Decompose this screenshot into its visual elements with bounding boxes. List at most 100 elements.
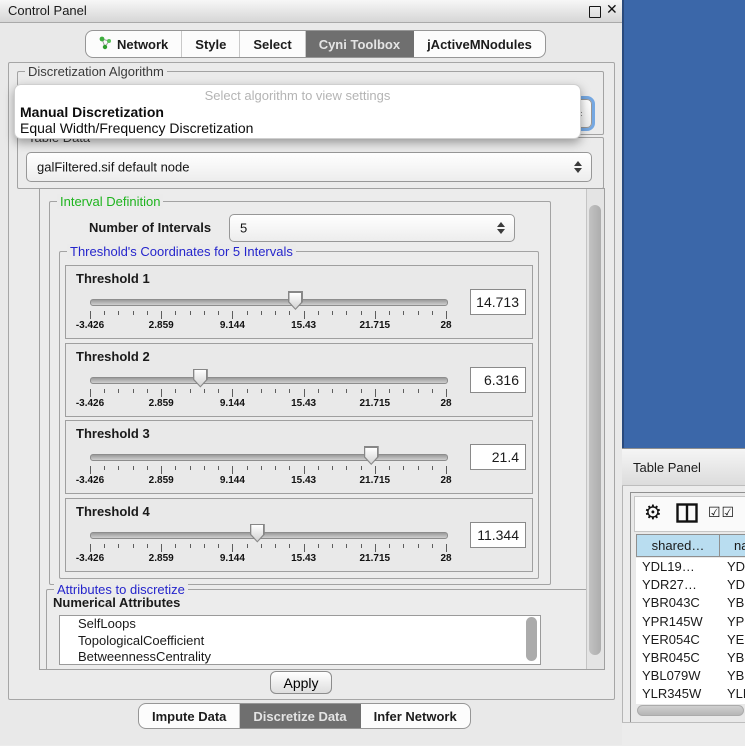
select-columns-icon[interactable]: ☑☑ bbox=[708, 504, 735, 521]
number-of-intervals-label: Number of Intervals bbox=[89, 220, 211, 235]
table-panel-title: Table Panel bbox=[633, 460, 701, 475]
attribute-list-item[interactable]: SelfLoops bbox=[60, 616, 540, 633]
control-panel-window: Control Panel ✕ Network StyleSelectCyni T… bbox=[0, 0, 623, 745]
slider-thumb[interactable] bbox=[193, 369, 208, 388]
table-row[interactable]: YBR045CYBR0 bbox=[636, 649, 745, 667]
table-data-group: Table Data galFiltered.sif default node bbox=[17, 137, 604, 189]
tab-network[interactable]: Network bbox=[86, 31, 182, 57]
cell-name: YDR2 bbox=[720, 576, 745, 594]
slider-ticks bbox=[90, 389, 446, 398]
number-of-intervals-value: 5 bbox=[240, 221, 247, 236]
table-row[interactable]: YBL079WYBL0 bbox=[636, 667, 745, 685]
algorithm-option[interactable]: Manual Discretization bbox=[20, 104, 164, 120]
gear-icon[interactable]: ⚙ bbox=[644, 500, 662, 525]
cell-name: YBR0 bbox=[720, 649, 745, 667]
slider-thumb[interactable] bbox=[288, 291, 303, 310]
tick-label: 15.43 bbox=[291, 475, 316, 486]
control-panel-tabbar: Network StyleSelectCyni ToolboxjActiveMNo… bbox=[85, 30, 546, 58]
tick-label: 15.43 bbox=[291, 320, 316, 331]
tick-label: 9.144 bbox=[220, 398, 245, 409]
table-horizontal-scrollbar[interactable] bbox=[636, 704, 745, 717]
table-row[interactable]: YDL19…YDL1 bbox=[636, 558, 745, 576]
slider-track[interactable] bbox=[90, 377, 448, 384]
network-icon bbox=[99, 36, 112, 53]
attributes-list-scrollbar[interactable] bbox=[526, 617, 537, 661]
table-rows[interactable]: YDL19…YDL1YDR27…YDR2YBR043CYBR0YPR145WYP… bbox=[636, 558, 745, 704]
threshold-value-field[interactable]: 11.344 bbox=[470, 522, 526, 548]
network-view-frame: GAL80GACGAL11GAL4GCY1HHAP2 bbox=[622, 0, 745, 448]
table-row[interactable]: YER054CYER0 bbox=[636, 631, 745, 649]
panel-scrollbar-track[interactable] bbox=[586, 189, 604, 669]
slider-thumb[interactable] bbox=[250, 524, 265, 543]
tick-label: 21.715 bbox=[360, 320, 391, 331]
split-columns-icon[interactable] bbox=[676, 503, 698, 528]
threshold-value-field[interactable]: 14.713 bbox=[470, 289, 526, 315]
numerical-attributes-list[interactable]: SelfLoopsTopologicalCoefficientBetweenne… bbox=[59, 615, 541, 665]
tick-label: 2.859 bbox=[149, 475, 174, 486]
settings-scroll-panel: Interval Definition Number of Intervals … bbox=[39, 188, 605, 670]
threshold-value-field[interactable]: 21.4 bbox=[470, 444, 526, 470]
tick-label: 2.859 bbox=[149, 320, 174, 331]
table-row[interactable]: YPR145WYPR1 bbox=[636, 613, 745, 631]
cell-name: YBR0 bbox=[720, 594, 745, 612]
attribute-list-item[interactable]: BetweennessCentrality bbox=[60, 649, 540, 665]
tick-label: -3.426 bbox=[76, 398, 104, 409]
slider-ticks bbox=[90, 466, 446, 475]
tab-infer-network[interactable]: Infer Network bbox=[361, 704, 470, 728]
cell-shared-name: YER054C bbox=[636, 631, 720, 649]
float-window-icon[interactable] bbox=[589, 6, 601, 18]
table-panel-footer-space bbox=[622, 722, 745, 746]
table-row[interactable]: YDR27…YDR2 bbox=[636, 576, 745, 594]
slider-thumb[interactable] bbox=[364, 446, 379, 465]
table-row[interactable]: YBR043CYBR0 bbox=[636, 594, 745, 612]
table-panel-toolbar: ⚙ ☑☑ bbox=[634, 496, 745, 532]
threshold-box-2: Threshold 2-3.4262.8599.14415.4321.71528… bbox=[65, 343, 533, 417]
tab-style[interactable]: Style bbox=[182, 31, 240, 57]
slider-tick-labels: -3.4262.8599.14415.4321.71528 bbox=[90, 553, 446, 565]
tick-label: 15.43 bbox=[291, 553, 316, 564]
tick-label: 28 bbox=[440, 475, 451, 486]
slider-track[interactable] bbox=[90, 532, 448, 539]
tick-label: 28 bbox=[440, 398, 451, 409]
tab-impute-data[interactable]: Impute Data bbox=[139, 704, 240, 728]
number-of-intervals-combobox[interactable]: 5 bbox=[229, 214, 515, 242]
tab-label: Network bbox=[117, 37, 168, 52]
table-panel-titlebar: Table Panel bbox=[622, 448, 745, 486]
threshold-box-1: Threshold 1-3.4262.8599.14415.4321.71528… bbox=[65, 265, 533, 339]
threshold-value-field[interactable]: 6.316 bbox=[470, 367, 526, 393]
slider-track[interactable] bbox=[90, 299, 448, 306]
close-icon[interactable]: ✕ bbox=[606, 1, 618, 18]
algorithm-dropdown-popup: Select algorithm to view settings Manual… bbox=[14, 84, 581, 139]
table-hscrollbar-thumb[interactable] bbox=[637, 705, 744, 716]
tick-label: 21.715 bbox=[360, 398, 391, 409]
cell-shared-name: YPR145W bbox=[636, 613, 720, 631]
window-title: Control Panel bbox=[8, 3, 87, 18]
slider-track[interactable] bbox=[90, 454, 448, 461]
slider-tick-labels: -3.4262.8599.14415.4321.71528 bbox=[90, 320, 446, 332]
table-data-selected-value: galFiltered.sif default node bbox=[37, 160, 189, 175]
tab-discretize-data[interactable]: Discretize Data bbox=[240, 704, 360, 728]
tab-jactivemnodules[interactable]: jActiveMNodules bbox=[414, 31, 545, 57]
tab-label: Discretize Data bbox=[253, 709, 346, 724]
tick-label: 21.715 bbox=[360, 475, 391, 486]
numerical-attributes-label: Numerical Attributes bbox=[53, 595, 180, 610]
table-data-combobox[interactable]: galFiltered.sif default node bbox=[26, 152, 592, 182]
interval-definition-label: Interval Definition bbox=[57, 194, 163, 209]
cell-name: YBL0 bbox=[720, 667, 745, 685]
algorithm-option[interactable]: Equal Width/Frequency Discretization bbox=[20, 120, 253, 136]
tab-select[interactable]: Select bbox=[240, 31, 305, 57]
table-column-header-name[interactable]: na bbox=[719, 534, 745, 557]
table-column-header-shared[interactable]: shared… bbox=[636, 534, 720, 557]
slider-tick-labels: -3.4262.8599.14415.4321.71528 bbox=[90, 475, 446, 487]
combo-spinner-icon bbox=[573, 161, 582, 173]
attribute-list-item[interactable]: TopologicalCoefficient bbox=[60, 633, 540, 650]
tick-label: 15.43 bbox=[291, 398, 316, 409]
tab-cyni-toolbox[interactable]: Cyni Toolbox bbox=[306, 31, 414, 57]
panel-scrollbar-thumb[interactable] bbox=[589, 205, 601, 655]
apply-button[interactable]: Apply bbox=[270, 671, 332, 694]
cell-shared-name: YBL079W bbox=[636, 667, 720, 685]
tick-label: -3.426 bbox=[76, 475, 104, 486]
table-row[interactable]: YLR345WYLR3 bbox=[636, 685, 745, 703]
tick-label: 9.144 bbox=[220, 475, 245, 486]
tick-label: 2.859 bbox=[149, 553, 174, 564]
